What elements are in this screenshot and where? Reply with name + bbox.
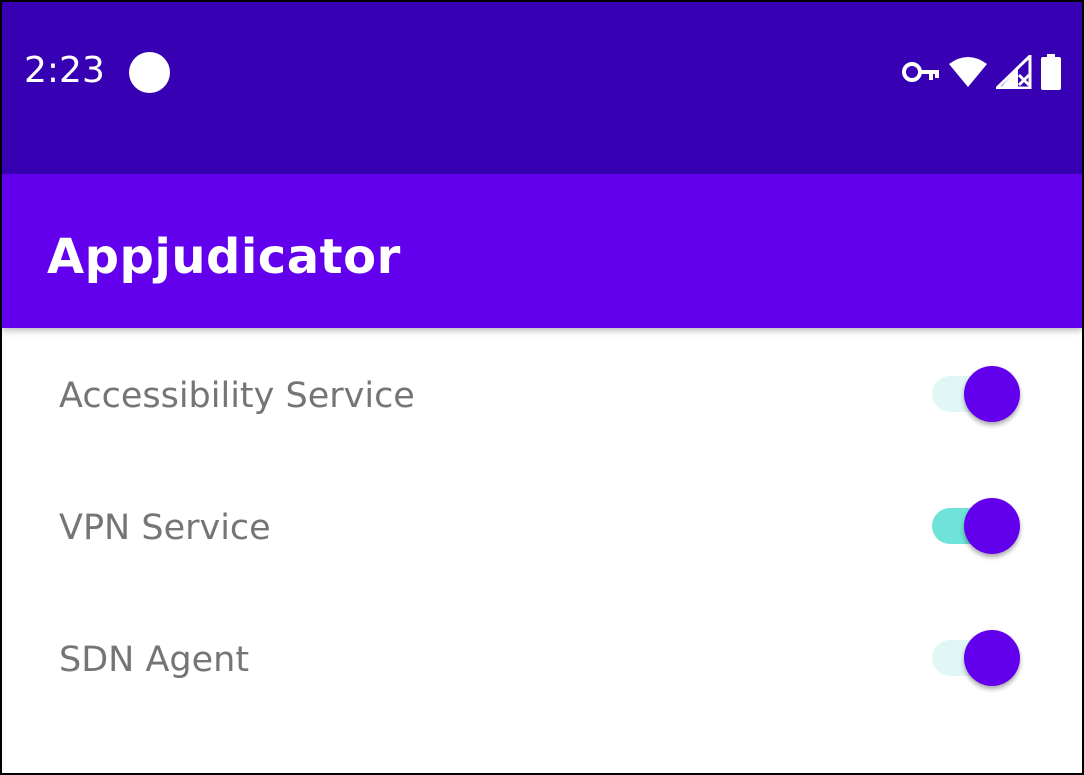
app-bar: Appjudicator xyxy=(2,174,1082,328)
battery-icon xyxy=(1040,54,1062,90)
notification-dot-icon xyxy=(129,52,170,93)
sdn-agent-switch[interactable] xyxy=(930,628,1022,688)
switch-thumb xyxy=(964,366,1020,422)
setting-label: VPN Service xyxy=(59,508,271,548)
vpn-key-icon xyxy=(902,60,940,84)
switch-thumb xyxy=(964,498,1020,554)
status-bar: 2:23 xyxy=(2,2,1082,174)
setting-label: Accessibility Service xyxy=(59,376,415,416)
device-screen: 2:23 Appjudicator Accessibility Service … xyxy=(0,0,1084,775)
setting-row-vpn-service: VPN Service xyxy=(2,460,1082,592)
no-signal-icon xyxy=(996,55,1032,89)
setting-row-accessibility-service: Accessibility Service xyxy=(2,328,1082,460)
wifi-icon xyxy=(948,56,988,88)
app-title: Appjudicator xyxy=(47,229,401,285)
switch-thumb xyxy=(964,630,1020,686)
status-time: 2:23 xyxy=(24,50,105,91)
status-icons xyxy=(902,52,1062,92)
setting-label: SDN Agent xyxy=(59,640,250,680)
accessibility-service-switch[interactable] xyxy=(930,364,1022,424)
setting-row-sdn-agent: SDN Agent xyxy=(2,592,1082,724)
vpn-service-switch[interactable] xyxy=(930,496,1022,556)
settings-list: Accessibility Service VPN Service SDN Ag… xyxy=(2,328,1082,724)
